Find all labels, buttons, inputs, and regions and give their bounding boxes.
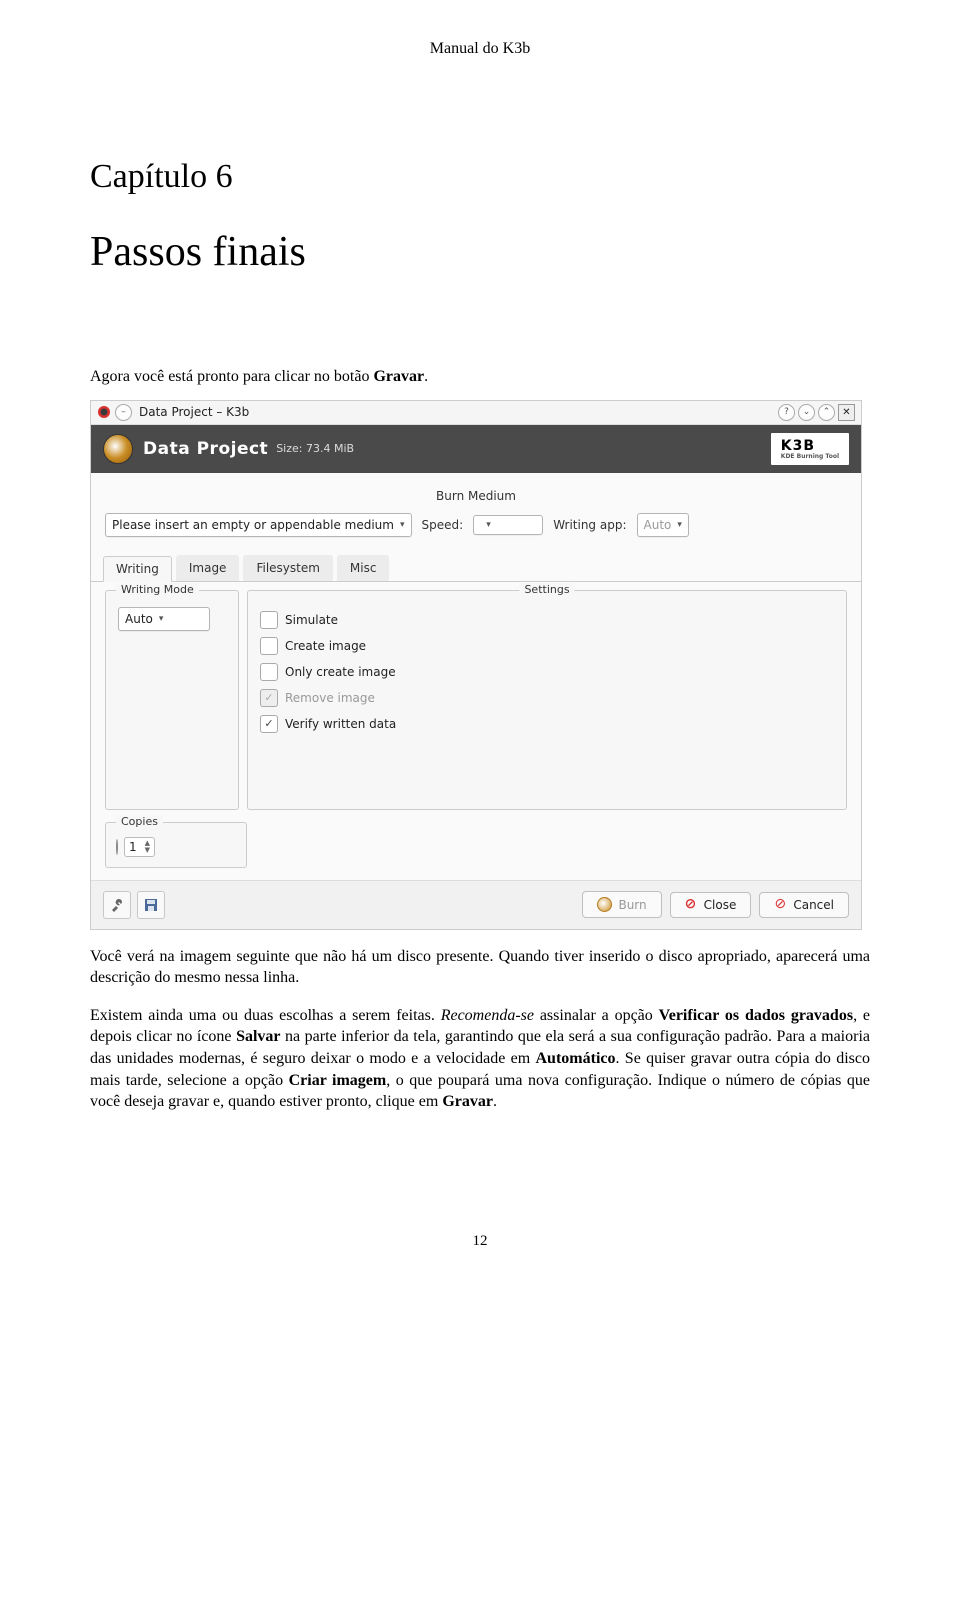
tab-filesystem[interactable]: Filesystem (243, 555, 332, 581)
settings-title: Settings (519, 583, 574, 596)
window-titlebar: – Data Project – K3b ? ⌄ ⌃ ✕ (91, 401, 861, 425)
p3-b2: Salvar (236, 1028, 280, 1045)
copies-value: 1 (129, 840, 137, 854)
banner-title: Data Project (143, 439, 268, 459)
verify-checkbox[interactable] (260, 715, 278, 733)
bottom-bar: Burn ⊘ Close ⊘ Cancel (91, 880, 861, 929)
doc-header: Manual do K3b (90, 40, 870, 58)
verify-label: Verify written data (285, 717, 396, 731)
chapter-number: Capítulo 6 (90, 158, 870, 196)
arrow-down-icon[interactable]: ▼ (145, 847, 150, 854)
writing-app-label: Writing app: (553, 518, 626, 532)
close-label: Close (704, 898, 737, 912)
banner-size: Size: 73.4 MiB (276, 442, 354, 455)
only-create-label: Only create image (285, 665, 396, 679)
medium-combo-text: Please insert an empty or appendable med… (112, 518, 394, 532)
speed-combo[interactable]: ▾ (473, 515, 543, 535)
paragraph-1: Agora você está pronto para clicar no bo… (90, 366, 870, 388)
stepper-arrows[interactable]: ▲ ▼ (145, 840, 150, 854)
chevron-down-icon: ▾ (159, 614, 164, 624)
burn-label: Burn (618, 898, 646, 912)
k3b-logo: K3B KDE Burning Tool (771, 433, 849, 465)
settings-group: Settings Simulate Create image Only crea… (247, 590, 847, 810)
close-icon: ⊘ (685, 898, 698, 911)
disc-icon (103, 434, 133, 464)
simulate-label: Simulate (285, 613, 338, 627)
copies-title: Copies (116, 815, 163, 828)
only-create-checkbox[interactable] (260, 663, 278, 681)
cancel-icon: ⊘ (774, 898, 787, 911)
chevron-down-icon: ▾ (486, 520, 491, 530)
p3-m1: assinalar a opção (534, 1007, 659, 1024)
window-title: Data Project – K3b (135, 405, 778, 419)
writing-mode-title: Writing Mode (116, 583, 199, 596)
speed-label: Speed: (422, 518, 464, 532)
paragraph-3: Existem ainda uma ou duas escolhas a ser… (90, 1005, 870, 1113)
writing-app-combo[interactable]: Auto ▾ (637, 513, 689, 537)
p3-pre: Existem ainda uma ou duas escolhas a ser… (90, 1007, 441, 1024)
paragraph-2: Você verá na imagem seguinte que não há … (90, 946, 870, 989)
remove-image-checkbox (260, 689, 278, 707)
save-button[interactable] (137, 891, 165, 919)
p2-text: Você verá na imagem seguinte que não há … (90, 948, 870, 987)
create-image-label: Create image (285, 639, 366, 653)
max-button[interactable]: ⌃ (818, 404, 835, 421)
logo-sub: KDE Burning Tool (781, 454, 839, 460)
logo-text: K3B (781, 438, 815, 454)
remove-image-label: Remove image (285, 691, 375, 705)
chevron-down-icon: ▾ (677, 520, 682, 530)
tab-row: Writing Image Filesystem Misc (91, 555, 861, 582)
writing-mode-combo[interactable]: Auto ▾ (118, 607, 210, 631)
help-button[interactable]: ? (778, 404, 795, 421)
tab-image[interactable]: Image (176, 555, 240, 581)
p3-b3: Automático (536, 1050, 616, 1067)
screenshot-dialog: – Data Project – K3b ? ⌄ ⌃ ✕ Data Projec… (90, 400, 862, 930)
p1-post: . (424, 368, 428, 385)
p3-italic: Recomenda-se (441, 1007, 534, 1024)
writing-mode-group: Writing Mode Auto ▾ (105, 590, 239, 810)
app-icon (97, 405, 111, 419)
create-image-checkbox[interactable] (260, 637, 278, 655)
close-button[interactable]: ⊘ Close (670, 892, 752, 918)
p1-pre: Agora você está pronto para clicar no bo… (90, 368, 373, 385)
page-number: 12 (90, 1233, 870, 1250)
copies-spinbox[interactable]: 1 ▲ ▼ (124, 837, 155, 857)
dialog-banner: Data Project Size: 73.4 MiB K3B KDE Burn… (91, 425, 861, 473)
floppy-icon (144, 898, 158, 912)
p3-post: . (493, 1093, 497, 1110)
cancel-button[interactable]: ⊘ Cancel (759, 892, 849, 918)
disc-icon (116, 839, 118, 855)
min-button[interactable]: ⌄ (798, 404, 815, 421)
burn-button[interactable]: Burn (582, 891, 661, 918)
copies-group: Copies 1 ▲ ▼ (105, 822, 247, 868)
medium-combo[interactable]: Please insert an empty or appendable med… (105, 513, 412, 537)
chevron-down-icon: ▾ (400, 520, 405, 530)
tools-button[interactable] (103, 891, 131, 919)
writing-mode-value: Auto (125, 612, 153, 626)
tab-writing[interactable]: Writing (103, 556, 172, 582)
chapter-title: Passos finais (90, 228, 870, 276)
p3-b5: Gravar (442, 1093, 493, 1110)
close-window-button[interactable]: ✕ (838, 404, 855, 421)
wrench-icon (110, 898, 124, 912)
cancel-label: Cancel (793, 898, 834, 912)
p3-b1: Verificar os dados gravados (659, 1007, 853, 1024)
p1-bold: Gravar (373, 368, 424, 385)
tab-misc[interactable]: Misc (337, 555, 390, 581)
titlebar-button[interactable]: – (115, 404, 132, 421)
p3-b4: Criar imagem (289, 1072, 387, 1089)
writing-app-value: Auto (644, 518, 672, 532)
burn-medium-heading: Burn Medium (105, 483, 847, 513)
burn-icon (597, 897, 612, 912)
simulate-checkbox[interactable] (260, 611, 278, 629)
